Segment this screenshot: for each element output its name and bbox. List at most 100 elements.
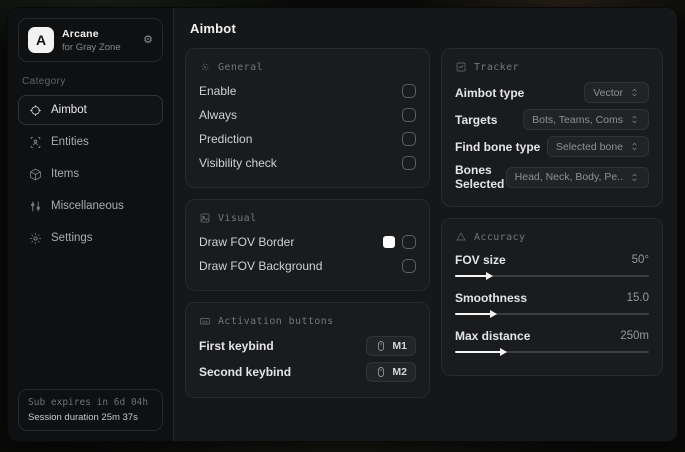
subscription-box: Sub expires in 6d 04h Session duration 2… (18, 389, 163, 431)
panel-accuracy: Accuracy FOV size 50° Smoothness 15.0 Ma… (441, 218, 663, 376)
brand-box: A Arcane for Gray Zone ⚙ (18, 18, 163, 62)
sidebar-item-entities[interactable]: Entities (18, 127, 163, 157)
settings-gear-icon[interactable]: ⚙ (143, 34, 153, 46)
slider-thumb[interactable] (499, 347, 507, 356)
setting-row-smoothness: Smoothness 15.0 (455, 287, 649, 321)
sidebar-item-label: Aimbot (51, 104, 87, 116)
setting-label: Prediction (199, 132, 253, 146)
slider-thumb[interactable] (485, 271, 493, 280)
setting-row-find-bone-type: Find bone type Selected bone (455, 133, 649, 160)
app-logo: A (28, 27, 54, 53)
targets-select[interactable]: Bots, Teams, Coms (523, 109, 649, 130)
crosshair-icon (28, 103, 42, 117)
setting-label: Targets (455, 112, 498, 127)
fov-border-color-swatch[interactable] (383, 236, 395, 248)
smoothness-slider[interactable] (455, 307, 649, 321)
slider-thumb[interactable] (489, 309, 497, 318)
setting-row-fov-size: FOV size 50° (455, 249, 649, 283)
slider-value: 15.0 (626, 292, 649, 304)
slider-value: 250m (620, 330, 649, 342)
setting-label: Draw FOV Border (199, 235, 295, 249)
first-keybind-button[interactable]: M1 (366, 336, 416, 356)
expand-icon (632, 115, 637, 124)
sub-expires-text: Sub expires in 6d 04h (28, 397, 149, 408)
sidebar-nav: Aimbot Entities Items Miscellaneous Sett… (18, 95, 163, 253)
image-icon (200, 213, 210, 223)
accuracy-icon (456, 232, 466, 241)
select-value: Head, Neck, Body, Pe.. (514, 171, 623, 183)
setting-row-always: Always (199, 103, 416, 127)
always-checkbox[interactable] (402, 108, 416, 122)
panel-title: Activation buttons (218, 315, 334, 327)
setting-label: Aimbot type (455, 85, 525, 100)
panel-title: Visual (218, 212, 257, 224)
setting-row-targets: Targets Bots, Teams, Coms (455, 106, 649, 133)
column-right: Tracker Aimbot type Vector Targets Bots,… (441, 48, 663, 427)
slider-value: 50° (631, 254, 649, 266)
setting-row-second-keybind: Second keybind M2 (199, 359, 416, 385)
second-keybind-button[interactable]: M2 (366, 362, 416, 382)
setting-label: First keybind (199, 339, 274, 353)
panel-visual: Visual Draw FOV Border Draw FOV Backgrou… (185, 199, 430, 291)
bones-selected-select[interactable]: Head, Neck, Body, Pe.. (505, 166, 649, 188)
sidebar-item-label: Items (51, 168, 80, 180)
sidebar-item-items[interactable]: Items (18, 159, 163, 189)
setting-label: Find bone type (455, 139, 541, 154)
setting-label: Always (199, 108, 238, 122)
crosshair-icon (201, 63, 209, 71)
draw-fov-background-checkbox[interactable] (402, 259, 416, 273)
sidebar-item-label: Miscellaneous (51, 200, 124, 212)
find-bone-type-select[interactable]: Selected bone (546, 136, 649, 157)
sidebar-item-label: Entities (51, 136, 89, 148)
setting-label: Second keybind (199, 365, 292, 379)
sidebar-item-label: Settings (51, 232, 93, 244)
setting-row-aimbot-type: Aimbot type Vector (455, 79, 649, 106)
setting-label: Max distance (455, 329, 531, 343)
person-scan-icon (28, 135, 42, 149)
setting-row-draw-fov-background: Draw FOV Background (199, 254, 416, 278)
main-area: Aimbot General Enable Always Prediction … (174, 8, 677, 441)
sidebar-item-aimbot[interactable]: Aimbot (18, 95, 163, 125)
prediction-checkbox[interactable] (402, 132, 416, 146)
draw-fov-border-checkbox[interactable] (402, 235, 416, 249)
page-title: Aimbot (190, 21, 236, 36)
setting-row-max-distance: Max distance 250m (455, 325, 649, 359)
select-value: Selected bone (555, 140, 623, 153)
enable-checkbox[interactable] (402, 84, 416, 98)
setting-row-enable: Enable (199, 79, 416, 103)
main-header: Aimbot (174, 8, 677, 46)
expand-icon (632, 88, 637, 97)
app-name: Arcane (62, 27, 99, 40)
sidebar-item-settings[interactable]: Settings (18, 223, 163, 253)
setting-label: Smoothness (455, 291, 528, 305)
fov-size-slider[interactable] (455, 269, 649, 283)
keybind-value: M2 (392, 366, 407, 378)
keybind-value: M1 (392, 340, 407, 352)
expand-icon (632, 173, 637, 181)
setting-row-draw-fov-border: Draw FOV Border (199, 230, 416, 254)
select-value: Vector (593, 86, 623, 99)
sidebar-item-miscellaneous[interactable]: Miscellaneous (18, 191, 163, 221)
content: General Enable Always Prediction Visibil… (174, 46, 677, 441)
column-left: General Enable Always Prediction Visibil… (185, 48, 430, 427)
session-duration-text: Session duration 25m 37s (28, 412, 138, 423)
visibility-check-checkbox[interactable] (402, 156, 416, 170)
app-subtitle: for Gray Zone (62, 41, 121, 53)
setting-label: Visibility check (199, 156, 277, 170)
gear-icon (28, 231, 42, 245)
sidebar: A Arcane for Gray Zone ⚙ Category Aimbot… (8, 8, 174, 441)
max-distance-slider[interactable] (455, 345, 649, 359)
mouse-icon (378, 341, 385, 351)
setting-label: Draw FOV Background (199, 259, 323, 273)
panel-title: General (218, 61, 263, 73)
category-label: Category (22, 76, 66, 87)
mouse-icon (378, 367, 385, 377)
setting-row-visibility-check: Visibility check (199, 151, 416, 175)
panel-title: Tracker (474, 61, 519, 73)
panel-general: General Enable Always Prediction Visibil… (185, 48, 430, 188)
tracker-icon (456, 62, 466, 72)
aimbot-type-select[interactable]: Vector (584, 82, 649, 103)
select-value: Bots, Teams, Coms (532, 113, 623, 126)
setting-label: Enable (199, 84, 237, 98)
setting-row-prediction: Prediction (199, 127, 416, 151)
